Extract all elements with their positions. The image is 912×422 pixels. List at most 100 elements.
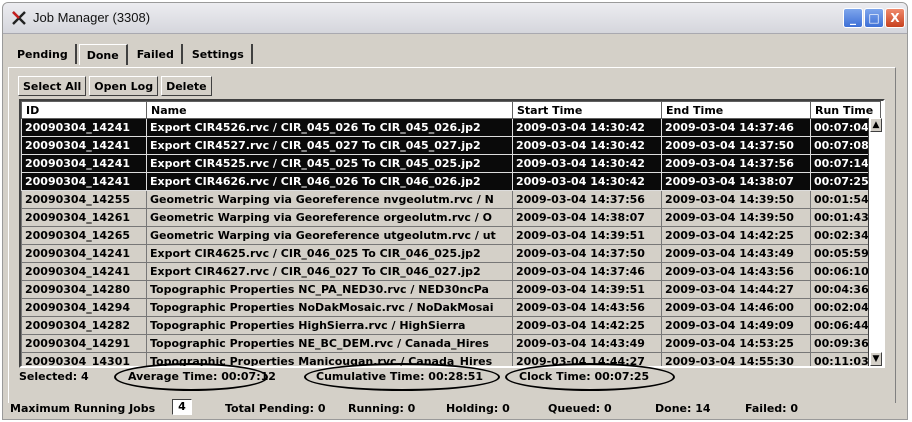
cumulative-time: Cumulative Time: 00:28:51 [316, 370, 484, 383]
app-x-icon [12, 11, 26, 25]
cell-end-time: 2009-03-04 14:39:50 [661, 190, 811, 209]
cell-id: 20090304_14291 [21, 334, 147, 353]
cell-name: Topographic Properties HighSierra.rvc / … [146, 316, 513, 335]
cell-id: 20090304_14241 [21, 136, 147, 155]
table-row[interactable]: 20090304_14261 Geometric Warping via Geor… [21, 208, 881, 227]
cell-end-time: 2009-03-04 14:43:49 [661, 244, 811, 263]
tab-bar: Pending Done Failed Settings [10, 44, 255, 65]
close-icon: X [890, 11, 900, 25]
selected-count: Selected: 4 [19, 370, 89, 383]
cell-id: 20090304_14241 [21, 244, 147, 263]
column-header-id[interactable]: ID [21, 101, 147, 119]
table-row[interactable]: 20090304_14265 Geometric Warping via Geor… [21, 226, 881, 245]
scroll-up-icon[interactable]: ▲ [870, 118, 882, 132]
cell-end-time: 2009-03-04 14:39:50 [661, 208, 811, 227]
queued-count: Queued: 0 [548, 402, 612, 415]
cell-id: 20090304_14261 [21, 208, 147, 227]
cell-end-time: 2009-03-04 14:53:25 [661, 334, 811, 353]
cell-id: 20090304_14280 [21, 280, 147, 299]
table-row[interactable]: 20090304_14241 Export CIR4525.rvc / CIR_0… [21, 154, 881, 173]
table-row[interactable]: 20090304_14282 Topographic Properties Hig… [21, 316, 881, 335]
select-all-button[interactable]: Select All [18, 76, 87, 96]
delete-button[interactable]: Delete [161, 76, 212, 96]
cell-name: Geometric Warping via Georeference orgeo… [146, 208, 513, 227]
minimize-button[interactable]: _ [843, 8, 863, 28]
cell-name: Topographic Properties NC_PA_NED30.rvc /… [146, 280, 513, 299]
average-time: Average Time: 00:07:12 [128, 370, 276, 383]
failed-count: Failed: 0 [745, 402, 799, 415]
cell-end-time: 2009-03-04 14:49:09 [661, 316, 811, 335]
cell-id: 20090304_14294 [21, 298, 147, 317]
vertical-scrollbar[interactable]: ▲ ▼ [868, 118, 883, 366]
tab-failed[interactable]: Failed [130, 44, 183, 64]
close-button[interactable]: X [885, 8, 905, 28]
cell-end-time: 2009-03-04 14:46:00 [661, 298, 811, 317]
column-header-name[interactable]: Name [146, 101, 513, 119]
table-row[interactable]: 20090304_14280 Topographic Properties NC_… [21, 280, 881, 299]
open-log-button[interactable]: Open Log [89, 76, 159, 96]
cell-start-time: 2009-03-04 14:30:42 [512, 118, 662, 137]
table-row[interactable]: 20090304_14291 Topographic Properties NE_… [21, 334, 881, 353]
cell-start-time: 2009-03-04 14:39:51 [512, 280, 662, 299]
table-body: 20090304_14241 Export CIR4526.rvc / CIR_0… [21, 118, 881, 366]
toolbar: Select All Open Log Delete [18, 76, 212, 96]
done-count: Done: 14 [655, 402, 711, 415]
table-row[interactable]: 20090304_14241 Export CIR4526.rvc / CIR_0… [21, 118, 881, 137]
cell-start-time: 2009-03-04 14:42:25 [512, 316, 662, 335]
cell-name: Geometric Warping via Georeference utgeo… [146, 226, 513, 245]
cell-start-time: 2009-03-04 14:38:07 [512, 208, 662, 227]
tab-pending[interactable]: Pending [10, 44, 77, 64]
cell-start-time: 2009-03-04 14:37:46 [512, 262, 662, 281]
window-title: Job Manager (3308) [33, 10, 151, 25]
table-header-row: ID Name Start Time End Time Run Time [21, 101, 881, 119]
cell-name: Export CIR4626.rvc / CIR_046_026 To CIR_… [146, 172, 513, 191]
max-running-jobs-input[interactable]: 4 [172, 399, 192, 415]
cell-start-time: 2009-03-04 14:39:51 [512, 226, 662, 245]
cell-name: Topographic Properties NE_BC_DEM.rvc / C… [146, 334, 513, 353]
cell-id: 20090304_14282 [21, 316, 147, 335]
max-running-jobs-label: Maximum Running Jobs [10, 402, 156, 415]
cell-name: Export CIR4625.rvc / CIR_046_025 To CIR_… [146, 244, 513, 263]
cell-end-time: 2009-03-04 14:43:56 [661, 262, 811, 281]
table-row[interactable]: 20090304_14241 Export CIR4527.rvc / CIR_0… [21, 136, 881, 155]
cell-id: 20090304_14241 [21, 172, 147, 191]
table-row[interactable]: 20090304_14255 Geometric Warping via Geor… [21, 190, 881, 209]
cell-name: Export CIR4527.rvc / CIR_045_027 To CIR_… [146, 136, 513, 155]
jobs-table: ID Name Start Time End Time Run Time 200… [21, 101, 881, 366]
cell-name: Export CIR4526.rvc / CIR_045_026 To CIR_… [146, 118, 513, 137]
maximize-button[interactable]: □ [864, 8, 884, 28]
cell-start-time: 2009-03-04 14:30:42 [512, 154, 662, 173]
cell-start-time: 2009-03-04 14:30:42 [512, 136, 662, 155]
cell-id: 20090304_14301 [21, 352, 147, 366]
cell-end-time: 2009-03-04 14:37:46 [661, 118, 811, 137]
column-header-run-time[interactable]: Run Time [810, 101, 881, 119]
cell-end-time: 2009-03-04 14:37:50 [661, 136, 811, 155]
holding-count: Holding: 0 [446, 402, 510, 415]
cell-id: 20090304_14241 [21, 262, 147, 281]
cell-start-time: 2009-03-04 14:43:49 [512, 334, 662, 353]
tab-settings[interactable]: Settings [185, 44, 253, 64]
clock-time: Clock Time: 00:07:25 [519, 370, 650, 383]
table-row[interactable]: 20090304_14241 Export CIR4625.rvc / CIR_0… [21, 244, 881, 263]
cell-start-time: 2009-03-04 14:30:42 [512, 172, 662, 191]
table-row[interactable]: 20090304_14241 Export CIR4627.rvc / CIR_0… [21, 262, 881, 281]
total-pending: Total Pending: 0 [225, 402, 326, 415]
cell-id: 20090304_14241 [21, 154, 147, 173]
cell-end-time: 2009-03-04 14:44:27 [661, 280, 811, 299]
minimize-icon: _ [850, 11, 856, 25]
running-count: Running: 0 [348, 402, 416, 415]
cell-end-time: 2009-03-04 14:37:56 [661, 154, 811, 173]
cell-start-time: 2009-03-04 14:37:50 [512, 244, 662, 263]
table-row[interactable]: 20090304_14294 Topographic Properties NoD… [21, 298, 881, 317]
cell-name: Export CIR4525.rvc / CIR_045_025 To CIR_… [146, 154, 513, 173]
table-row[interactable]: 20090304_14241 Export CIR4626.rvc / CIR_0… [21, 172, 881, 191]
column-header-start-time[interactable]: Start Time [512, 101, 662, 119]
cell-name: Topographic Properties NoDakMosaic.rvc /… [146, 298, 513, 317]
cell-end-time: 2009-03-04 14:38:07 [661, 172, 811, 191]
title-bar[interactable]: Job Manager (3308) _ □ X [3, 3, 907, 34]
column-header-end-time[interactable]: End Time [661, 101, 811, 119]
scroll-down-icon[interactable]: ▼ [870, 352, 882, 366]
cell-id: 20090304_14255 [21, 190, 147, 209]
tab-done[interactable]: Done [78, 44, 128, 65]
cell-id: 20090304_14241 [21, 118, 147, 137]
